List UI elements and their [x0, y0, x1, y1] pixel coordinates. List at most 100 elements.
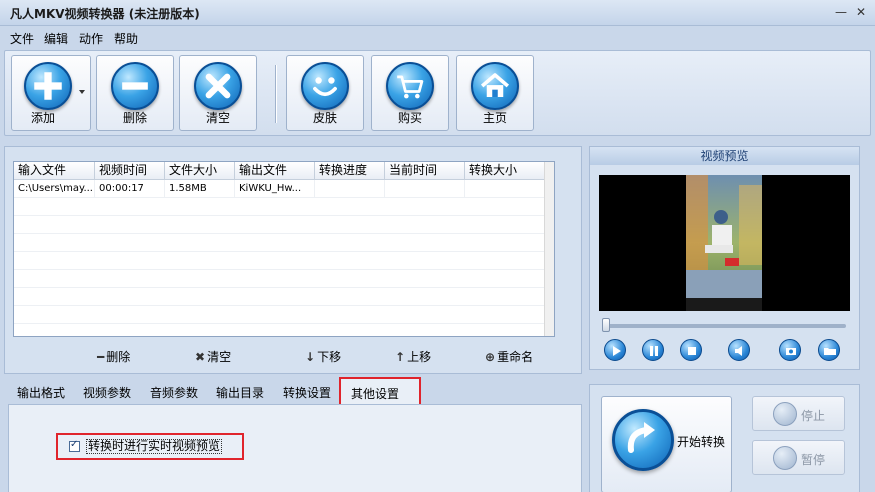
- list-delete-button[interactable]: ━ 删除: [97, 348, 130, 365]
- table-row-empty: [14, 270, 554, 288]
- table-row[interactable]: C:\Users\may... 00:00:17 1.58MB KiWKU_Hw…: [14, 180, 554, 198]
- delete-button[interactable]: 删除: [96, 55, 174, 131]
- stop-icon: [773, 402, 797, 426]
- x-icon: ✖: [195, 350, 206, 364]
- app-window: 凡人MKV视频转换器 (未注册版本) — ✕ 文件 编辑 动作 帮助 添加 删除: [0, 0, 875, 492]
- rename-label: 重命名: [497, 350, 534, 364]
- list-clear-button[interactable]: ✖ 清空: [195, 348, 231, 365]
- cart-icon: [386, 62, 434, 110]
- list-actions: ━ 删除 ✖ 清空 ↓ 下移 ↑ 上移 ⊕ 重命名: [5, 345, 581, 367]
- list-clear-label: 清空: [207, 350, 232, 364]
- menu-bar: 文件 编辑 动作 帮助: [0, 27, 875, 48]
- realtime-preview-label[interactable]: 转换时进行实时视频预览: [86, 439, 223, 454]
- realtime-preview-checkbox[interactable]: [69, 439, 80, 452]
- seek-track[interactable]: [606, 324, 846, 328]
- cell-video-time: 00:00:17: [95, 180, 165, 198]
- preview-panel: 视频预览: [589, 146, 860, 370]
- table-row-empty: [14, 216, 554, 234]
- folder-icon[interactable]: [818, 339, 840, 361]
- video-preview-screen: [599, 175, 850, 311]
- clear-button[interactable]: 清空: [179, 55, 257, 131]
- rename-icon: ⊕: [485, 350, 496, 364]
- tab-convert-settings[interactable]: 转换设置: [283, 384, 331, 401]
- list-delete-label: 删除: [106, 350, 131, 364]
- clear-label: 清空: [205, 111, 230, 125]
- minimize-button[interactable]: —: [832, 3, 850, 21]
- file-list-panel: 输入文件 视频时间 文件大小 输出文件 转换进度 当前时间 转换大小 C:\Us…: [4, 146, 582, 374]
- tab-video-params[interactable]: 视频参数: [83, 384, 131, 401]
- col-file-size[interactable]: 文件大小: [165, 162, 235, 180]
- minus-icon: [111, 62, 159, 110]
- move-down-button[interactable]: ↓ 下移: [305, 348, 341, 365]
- table-row-empty: [14, 234, 554, 252]
- convert-panel: 开始转换 停止 暂停: [589, 384, 860, 492]
- cell-file-size: 1.58MB: [165, 180, 235, 198]
- start-convert-label: 开始转换: [677, 435, 726, 449]
- table-row-empty: [14, 198, 554, 216]
- cell-progress: [315, 180, 385, 198]
- stop-convert-label: 停止: [801, 409, 826, 423]
- arrow-down-icon: ↓: [305, 350, 316, 364]
- col-current-time[interactable]: 当前时间: [385, 162, 465, 180]
- seek-thumb[interactable]: [602, 318, 610, 332]
- tab-output-format[interactable]: 输出格式: [17, 384, 65, 401]
- move-down-label: 下移: [317, 350, 342, 364]
- add-label: 添加: [30, 111, 55, 125]
- skin-button[interactable]: 皮肤: [286, 55, 364, 131]
- col-convert-size[interactable]: 转换大小: [465, 162, 545, 180]
- rename-button[interactable]: ⊕ 重命名: [485, 348, 533, 365]
- settings-tabs: 输出格式 视频参数 音频参数 输出目录 转换设置 其他设置: [4, 377, 582, 408]
- pause-icon: [773, 446, 797, 470]
- home-button[interactable]: 主页: [456, 55, 534, 131]
- realtime-preview-option[interactable]: 转换时进行实时视频预览: [56, 433, 244, 460]
- buy-button[interactable]: 购买: [371, 55, 449, 131]
- cell-convert-size: [465, 180, 545, 198]
- volume-icon[interactable]: [728, 339, 750, 361]
- cell-current-time: [385, 180, 465, 198]
- tab-output-dir[interactable]: 输出目录: [216, 384, 264, 401]
- x-icon: [194, 62, 242, 110]
- tab-other-settings-label: 其他设置: [351, 387, 400, 401]
- pause-icon[interactable]: [642, 339, 664, 361]
- move-up-button[interactable]: ↑ 上移: [395, 348, 431, 365]
- minus-icon: ━: [97, 350, 105, 364]
- menu-action[interactable]: 动作: [79, 30, 103, 47]
- table-row-empty: [14, 252, 554, 270]
- preview-title: 视频预览: [590, 147, 859, 165]
- title-bar: 凡人MKV视频转换器 (未注册版本) — ✕: [0, 0, 875, 26]
- play-icon[interactable]: [604, 339, 626, 361]
- window-title: 凡人MKV视频转换器 (未注册版本): [10, 7, 200, 21]
- tab-audio-params[interactable]: 音频参数: [150, 384, 198, 401]
- arrow-up-icon: ↑: [395, 350, 406, 364]
- add-button[interactable]: 添加: [11, 55, 91, 131]
- col-input-file[interactable]: 输入文件: [14, 162, 95, 180]
- cell-input-file: C:\Users\may...: [14, 180, 95, 198]
- toolbar: 添加 删除 清空 皮肤 购买 主页: [4, 50, 871, 136]
- col-output-file[interactable]: 输出文件: [235, 162, 315, 180]
- menu-edit[interactable]: 编辑: [44, 30, 68, 47]
- refresh-arrow-icon: [612, 409, 674, 471]
- smiley-icon: [301, 62, 349, 110]
- stop-convert-button[interactable]: 停止: [752, 396, 845, 431]
- col-progress[interactable]: 转换进度: [315, 162, 385, 180]
- table-row-empty: [14, 306, 554, 324]
- home-label: 主页: [482, 111, 507, 125]
- snapshot-icon[interactable]: [779, 339, 801, 361]
- skin-label: 皮肤: [312, 111, 337, 125]
- table-scrollbar[interactable]: [544, 162, 554, 336]
- menu-file[interactable]: 文件: [10, 30, 34, 47]
- dropdown-arrow-icon[interactable]: [79, 90, 85, 94]
- file-table[interactable]: 输入文件 视频时间 文件大小 输出文件 转换进度 当前时间 转换大小 C:\Us…: [13, 161, 555, 337]
- col-video-time[interactable]: 视频时间: [95, 162, 165, 180]
- start-convert-button[interactable]: 开始转换: [601, 396, 732, 492]
- video-frame-image: [686, 175, 762, 311]
- menu-help[interactable]: 帮助: [114, 30, 138, 47]
- close-button[interactable]: ✕: [852, 3, 870, 21]
- pause-convert-button[interactable]: 暂停: [752, 440, 845, 475]
- stop-icon[interactable]: [680, 339, 702, 361]
- delete-label: 删除: [122, 111, 147, 125]
- cell-output-file: KiWKU_Hw...: [235, 180, 315, 198]
- toolbar-divider: [275, 65, 277, 123]
- table-header: 输入文件 视频时间 文件大小 输出文件 转换进度 当前时间 转换大小: [14, 162, 554, 180]
- plus-icon: [24, 62, 72, 110]
